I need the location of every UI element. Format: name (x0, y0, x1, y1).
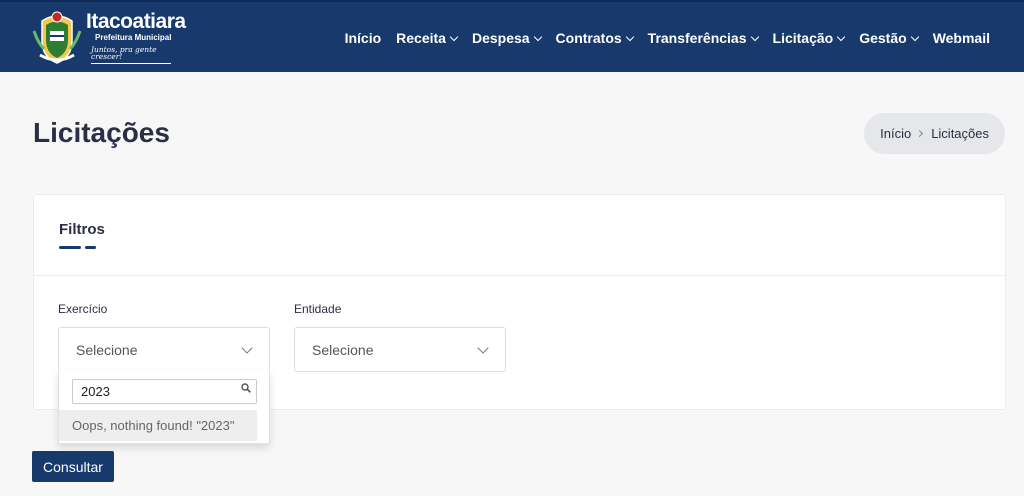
dropdown-empty-message: Oops, nothing found! "2023" (59, 410, 257, 441)
dropdown-search-input[interactable] (72, 379, 257, 404)
nav-transferencias[interactable]: Transferências (647, 30, 759, 46)
chevron-down-icon (625, 32, 634, 41)
chevron-down-icon (910, 32, 919, 41)
nav-gestao[interactable]: Gestão (859, 30, 919, 46)
logo[interactable]: Itacoatiara Prefeitura Municipal Juntos,… (32, 9, 186, 65)
nav-contratos[interactable]: Contratos (555, 30, 634, 46)
city-crest-icon (32, 11, 82, 64)
breadcrumb-home-link[interactable]: Início (880, 126, 911, 141)
title-underline-dot (85, 246, 96, 249)
top-navbar: Itacoatiara Prefeitura Municipal Juntos,… (0, 0, 1024, 72)
chevron-down-icon (836, 32, 846, 41)
filters-card-header: Filtros (34, 195, 1005, 276)
nav-inicio-label: Início (344, 30, 382, 46)
chevron-down-icon (477, 342, 489, 354)
nav-despesa[interactable]: Despesa (471, 30, 542, 46)
nav-despesa-label: Despesa (471, 30, 530, 46)
exercicio-dropdown: Oops, nothing found! "2023" (58, 371, 270, 444)
nav-receita[interactable]: Receita (396, 30, 459, 46)
nav-inicio[interactable]: Início (345, 30, 382, 46)
chevron-down-icon (449, 32, 459, 41)
title-underline (59, 246, 81, 249)
chevron-down-icon (241, 342, 253, 354)
chevron-right-icon (916, 129, 924, 138)
logo-name: Itacoatiara (86, 9, 186, 33)
entidade-label: Entidade (294, 302, 342, 316)
nav-licitacao-label: Licitação (772, 30, 834, 46)
search-icon (241, 383, 251, 393)
chevron-down-icon (533, 32, 542, 41)
exercicio-select[interactable]: Selecione (58, 327, 270, 372)
main-nav: Início Receita Despesa Contratos Transfe… (345, 2, 990, 74)
nav-receita-label: Receita (396, 30, 446, 46)
nav-webmail[interactable]: Webmail (933, 30, 990, 46)
nav-webmail-label: Webmail (932, 30, 990, 46)
entidade-select-value: Selecione (312, 341, 374, 358)
logo-subtitle: Prefeitura Municipal (95, 32, 172, 42)
entidade-select[interactable]: Selecione (294, 327, 506, 372)
nav-licitacao[interactable]: Licitação (772, 30, 846, 46)
exercicio-select-value: Selecione (76, 341, 138, 358)
logo-slogan: Juntos, pra gente crescer! (91, 45, 171, 64)
consultar-button[interactable]: Consultar (32, 451, 114, 482)
page-title: Licitações (33, 117, 170, 148)
breadcrumb-current: Licitações (931, 126, 989, 141)
nav-contratos-label: Contratos (555, 30, 622, 46)
chevron-down-icon (750, 32, 759, 41)
breadcrumb: Início Licitações (864, 113, 1005, 154)
exercicio-label: Exercício (58, 302, 108, 316)
nav-gestao-label: Gestão (859, 30, 907, 46)
filters-title: Filtros (59, 221, 105, 238)
nav-transferencias-label: Transferências (647, 30, 747, 46)
